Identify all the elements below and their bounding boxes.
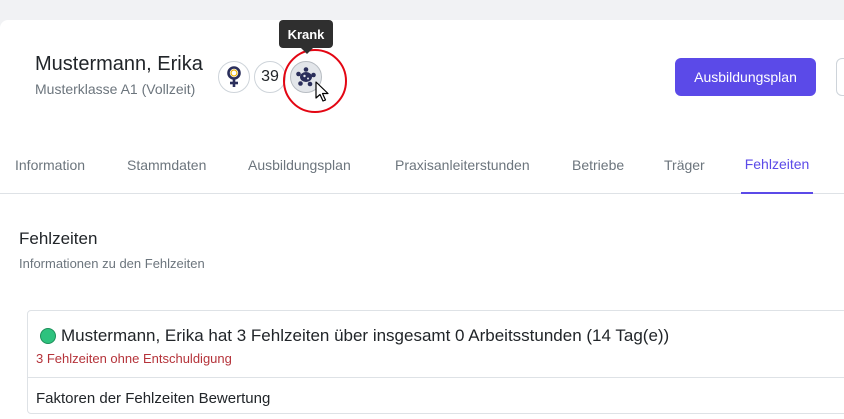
- student-class: Musterklasse A1 (Vollzeit): [35, 81, 196, 97]
- secondary-action-button[interactable]: [836, 58, 844, 96]
- tooltip-sick: Krank: [279, 20, 333, 54]
- tab-traeger[interactable]: Träger: [664, 136, 705, 194]
- tab-bar: Information Stammdaten Ausbildungsplan P…: [0, 136, 844, 194]
- absence-factors-label[interactable]: Faktoren der Fehlzeiten Bewertung: [36, 390, 270, 407]
- tab-ausbildungsplan[interactable]: Ausbildungsplan: [248, 136, 351, 194]
- tab-fehlzeiten[interactable]: Fehlzeiten: [741, 136, 813, 194]
- tab-betriebe[interactable]: Betriebe: [572, 136, 624, 194]
- training-plan-button[interactable]: Ausbildungsplan: [675, 58, 816, 96]
- absence-summary: Mustermann, Erika hat 3 Fehlzeiten über …: [61, 326, 670, 345]
- section-title: Fehlzeiten: [19, 229, 98, 248]
- absence-panel-header[interactable]: Mustermann, Erika hat 3 Fehlzeiten über …: [28, 311, 844, 378]
- female-icon: [227, 66, 241, 87]
- student-name: Mustermann, Erika: [35, 53, 203, 75]
- tab-praxisanleiterstunden[interactable]: Praxisanleiterstunden: [395, 136, 530, 194]
- gender-badge[interactable]: [218, 61, 250, 93]
- virus-icon: [296, 67, 316, 87]
- pointer-cursor-icon: [315, 81, 329, 102]
- section-subtitle: Informationen zu den Fehlzeiten: [19, 256, 205, 271]
- age-badge[interactable]: 39: [254, 61, 286, 93]
- tab-information[interactable]: Information: [15, 136, 85, 194]
- absence-panel: Mustermann, Erika hat 3 Fehlzeiten über …: [27, 310, 844, 414]
- status-ok-icon: [40, 328, 56, 344]
- tab-stammdaten[interactable]: Stammdaten: [127, 136, 206, 194]
- absence-warning: 3 Fehlzeiten ohne Entschuldigung: [36, 351, 232, 366]
